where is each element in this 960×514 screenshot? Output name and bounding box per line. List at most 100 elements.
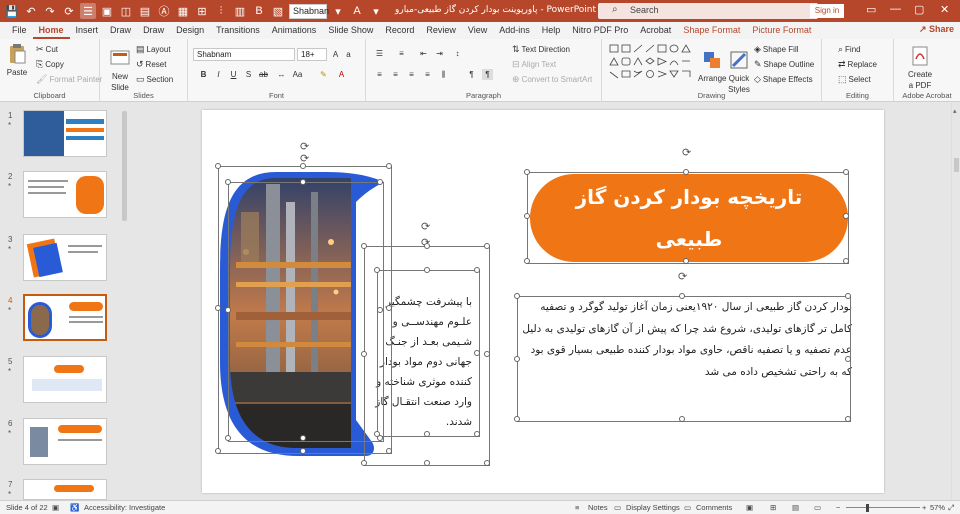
justify-icon[interactable]: ≡ [422, 69, 433, 80]
resize-handle[interactable] [225, 435, 231, 441]
tab-draw[interactable]: Draw [104, 22, 137, 39]
find-button[interactable]: ⌕ Find [838, 44, 861, 55]
resize-handle[interactable] [843, 213, 849, 219]
picture-icon[interactable]: ▧ [270, 3, 286, 19]
slide-sorter-icon[interactable]: ⊞ [770, 503, 776, 512]
reset-button[interactable]: ↺ Reset [136, 59, 166, 70]
resize-handle[interactable] [300, 448, 306, 454]
rtl-icon[interactable]: ¶ [482, 69, 493, 80]
tab-view[interactable]: View [462, 22, 493, 39]
shrink-font-icon[interactable]: a [343, 49, 354, 60]
section-button[interactable]: ▭ Section [136, 74, 173, 85]
zoom-out-icon[interactable]: − [836, 503, 840, 512]
shadow-icon[interactable]: S [243, 69, 254, 80]
strikethrough-icon[interactable]: ab [258, 69, 269, 80]
create-pdf-button[interactable]: Create a PDF [908, 45, 932, 90]
spacing-icon[interactable]: ↔ [276, 69, 287, 80]
resize-handle[interactable] [215, 163, 221, 169]
close-icon[interactable]: ✕ [940, 3, 949, 16]
slide-thumbnail-3[interactable] [23, 234, 107, 281]
redo-icon[interactable]: ↷ [42, 3, 58, 19]
bullets-icon[interactable]: ☰ [374, 48, 385, 59]
resize-handle[interactable] [374, 267, 380, 273]
resize-handle[interactable] [424, 267, 430, 273]
shape-fill-button[interactable]: ◈ Shape Fill [754, 44, 799, 55]
tab-shape-format[interactable]: Shape Format [677, 22, 746, 39]
layout-icon[interactable]: ☰ [80, 3, 96, 19]
slideshow-view-icon[interactable]: ▭ [814, 503, 821, 512]
tab-transitions[interactable]: Transitions [210, 22, 266, 39]
resize-handle[interactable] [843, 258, 849, 264]
columns-icon[interactable]: ⫼ [438, 69, 449, 80]
scroll-up-icon[interactable]: ▴ [953, 107, 957, 115]
shape-outline-button[interactable]: ✎ Shape Outline [754, 59, 814, 70]
ribbon-display-icon[interactable]: ▭ [866, 3, 876, 16]
tab-file[interactable]: File [6, 22, 33, 39]
comments-button[interactable]: Comments [696, 503, 732, 512]
tab-picture-format[interactable]: Picture Format [746, 22, 817, 39]
tab-acrobat[interactable]: Acrobat [634, 22, 677, 39]
resize-handle[interactable] [361, 351, 367, 357]
resize-handle[interactable] [524, 258, 530, 264]
decrease-indent-icon[interactable]: ⇤ [418, 48, 429, 59]
more-icon[interactable]: ▾ [368, 3, 384, 19]
resize-handle[interactable] [424, 243, 430, 249]
ltr-icon[interactable]: ¶ [466, 69, 477, 80]
resize-handle[interactable] [300, 435, 306, 441]
layout-button[interactable]: ▤ Layout [136, 44, 171, 55]
underline-icon[interactable]: U [228, 69, 239, 80]
resize-handle[interactable] [679, 293, 685, 299]
resize-handle[interactable] [424, 460, 430, 466]
scrollbar-thumb[interactable] [122, 111, 127, 221]
resize-handle[interactable] [679, 416, 685, 422]
notes-button[interactable]: Notes [588, 503, 608, 512]
zoom-in-icon[interactable]: + [922, 503, 926, 512]
highlight-icon[interactable]: ✎ [318, 69, 329, 80]
resize-handle[interactable] [225, 307, 231, 313]
resize-handle[interactable] [514, 356, 520, 362]
share-button[interactable]: ↗ Share [919, 24, 954, 35]
font-color-icon[interactable]: A [336, 69, 347, 80]
resize-handle[interactable] [300, 163, 306, 169]
increase-indent-icon[interactable]: ⇥ [434, 48, 445, 59]
resize-handle[interactable] [845, 356, 851, 362]
accessibility-status[interactable]: Accessibility: Investigate [84, 503, 165, 512]
thumbnails-scrollbar[interactable] [120, 103, 129, 500]
slide-thumbnail-1[interactable] [23, 110, 107, 157]
resize-handle[interactable] [843, 169, 849, 175]
change-case-icon[interactable]: Aa [292, 69, 303, 80]
resize-handle[interactable] [484, 351, 490, 357]
search-input[interactable]: ⌕ Search [598, 3, 818, 19]
paste-button[interactable]: Paste [6, 43, 28, 77]
quick-styles-button[interactable]: Quick Styles [728, 49, 750, 94]
tab-design[interactable]: Design [170, 22, 210, 39]
normal-view-icon[interactable]: ▣ [746, 503, 753, 512]
canvas-scrollbar[interactable]: ▴ [951, 103, 960, 500]
resize-handle[interactable] [386, 448, 392, 454]
scrollbar-thumb[interactable] [954, 158, 959, 172]
refresh-icon[interactable]: ⟳ [61, 3, 77, 19]
tab-insert[interactable]: Insert [70, 22, 105, 39]
resize-handle[interactable] [474, 431, 480, 437]
resize-handle[interactable] [225, 179, 231, 185]
slide-thumbnail-2[interactable] [23, 171, 107, 218]
maximize-icon[interactable]: ▢ [914, 3, 924, 16]
resize-handle[interactable] [361, 460, 367, 466]
arrange-button[interactable]: Arrange [698, 49, 726, 83]
grid-icon[interactable]: ⊞ [194, 3, 210, 19]
new-slide-button[interactable]: New Slide [108, 47, 132, 92]
tab-draw[interactable]: Draw [137, 22, 170, 39]
resize-handle[interactable] [845, 416, 851, 422]
qat-font-box[interactable]: Shabnan [289, 3, 329, 19]
tab-animations[interactable]: Animations [266, 22, 323, 39]
resize-handle[interactable] [845, 293, 851, 299]
resize-handle[interactable] [474, 350, 480, 356]
display-settings-button[interactable]: Display Settings [626, 503, 680, 512]
shapes-gallery[interactable] [608, 43, 692, 81]
tab-slide-show[interactable]: Slide Show [322, 22, 379, 39]
resize-handle[interactable] [386, 305, 392, 311]
tab-home[interactable]: Home [32, 22, 70, 39]
format-icon[interactable]: Ⓐ [156, 3, 172, 19]
slide-thumbnail-6[interactable] [23, 418, 107, 465]
resize-handle[interactable] [361, 243, 367, 249]
